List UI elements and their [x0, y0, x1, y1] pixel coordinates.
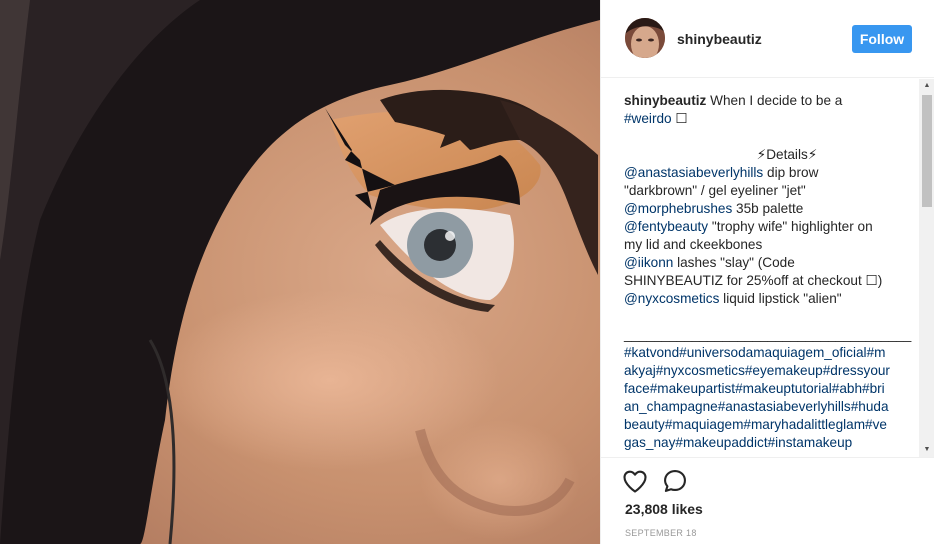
mention-link[interactable]: @nyxcosmetics	[624, 291, 719, 306]
caption-emoji: ☐	[675, 111, 688, 126]
follow-button[interactable]: Follow	[852, 25, 912, 53]
post-photo[interactable]	[0, 0, 600, 544]
mention-link[interactable]: @iikonn	[624, 255, 673, 270]
caption-line: 35b palette	[732, 201, 804, 216]
post-photo-illustration	[0, 0, 600, 544]
scroll-down-arrow-icon[interactable]: ▼	[919, 443, 934, 457]
heart-icon[interactable]	[621, 467, 649, 495]
caption-line: liquid lipstick "alien"	[719, 291, 842, 306]
post-header: shinybeautiz Follow	[601, 0, 934, 78]
mention-link[interactable]: @anastasiabeverlyhills	[624, 165, 763, 180]
comments-scrollbar[interactable]: ▲ ▼	[919, 79, 934, 457]
post-date[interactable]: SEPTEMBER 18	[625, 528, 697, 538]
likes-count[interactable]: 23,808 likes	[625, 501, 703, 517]
mention-link[interactable]: @morphebrushes	[624, 201, 732, 216]
post-details-panel: shinybeautiz Follow shinybeautiz When I …	[600, 0, 934, 544]
caption-author[interactable]: shinybeautiz	[624, 93, 706, 108]
details-heading: ⚡Details⚡	[756, 147, 818, 162]
caption-intro: When I decide to be a	[710, 93, 843, 108]
avatar[interactable]	[625, 18, 665, 58]
caption: shinybeautiz When I decide to be a #weir…	[624, 92, 911, 452]
scroll-thumb[interactable]	[922, 95, 932, 207]
comment-icon[interactable]	[661, 467, 689, 495]
post-username[interactable]: shinybeautiz	[677, 31, 762, 47]
post-actions: 23,808 likes SEPTEMBER 18	[601, 457, 934, 544]
hashtag-link[interactable]: #weirdo	[624, 111, 672, 126]
avatar-image	[625, 18, 665, 58]
caption-separator: ______________________________________	[624, 327, 912, 342]
scroll-up-arrow-icon[interactable]: ▲	[919, 79, 934, 93]
hashtag-list[interactable]: #katvond#universodamaquiagem_oficial#mak…	[624, 345, 890, 450]
mention-link[interactable]: @fentybeauty	[624, 219, 708, 234]
comments-area[interactable]: shinybeautiz When I decide to be a #weir…	[601, 79, 934, 457]
